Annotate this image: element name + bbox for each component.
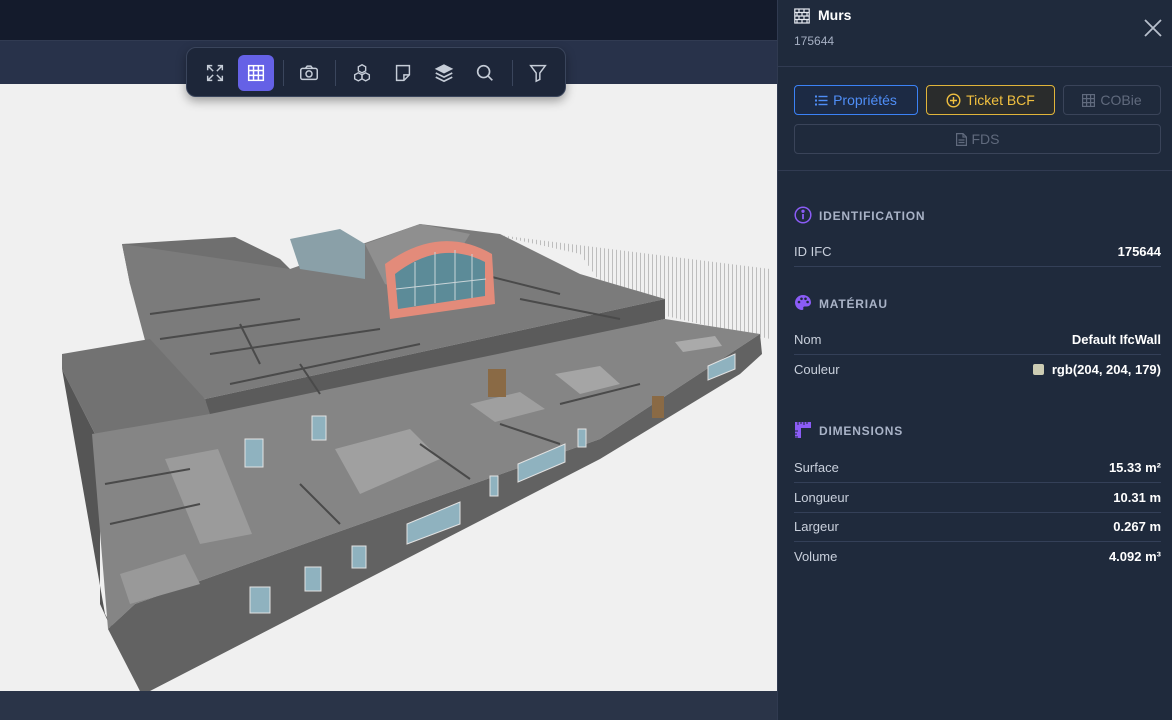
grid-icon xyxy=(247,64,265,82)
app-window: Murs 175644 Propriétés Ticket BCF COBie … xyxy=(0,0,1172,720)
property-value: 4.092 m³ xyxy=(1108,549,1161,564)
layers-icon xyxy=(434,64,454,83)
property-value: 0.267 m xyxy=(1113,519,1161,534)
toolbar-divider xyxy=(283,60,284,86)
tab-fds[interactable]: FDS xyxy=(794,124,1161,154)
document-icon xyxy=(955,132,967,146)
property-value: 15.33 m² xyxy=(1108,460,1161,475)
filter-icon xyxy=(529,64,547,83)
sticky-note-icon xyxy=(395,64,411,82)
fullscreen-button[interactable] xyxy=(197,55,233,91)
section-title-identification: IDENTIFICATION xyxy=(819,209,926,223)
property-row-color: Couleur rgb(204, 204, 179) xyxy=(794,356,1161,385)
property-label: Volume xyxy=(794,549,838,564)
toolbar-divider xyxy=(335,60,336,86)
tab-cobie[interactable]: COBie xyxy=(1063,85,1161,115)
camera-button[interactable] xyxy=(291,55,327,91)
tab-ticket-bcf[interactable]: Ticket BCF xyxy=(926,85,1055,115)
fullscreen-icon xyxy=(206,64,224,82)
camera-icon xyxy=(300,65,318,81)
wall-icon xyxy=(794,8,810,24)
property-label: Longueur xyxy=(794,490,849,505)
list-icon xyxy=(815,95,828,105)
property-row-ifc-id: ID IFC 175644 xyxy=(794,238,1161,267)
panel-header: Murs 175644 xyxy=(778,0,1172,66)
tab-cobie-label: COBie xyxy=(1100,92,1142,108)
property-value: 175644 xyxy=(1117,244,1161,259)
toolbar-divider xyxy=(512,60,513,86)
building-model[interactable] xyxy=(0,84,777,691)
search-button[interactable] xyxy=(467,55,503,91)
property-label: Surface xyxy=(794,460,839,475)
color-swatch xyxy=(1032,364,1044,375)
property-value: Default IfcWall xyxy=(1071,332,1161,347)
property-row-name: Nom Default IfcWall xyxy=(794,326,1161,355)
property-row-length: Longueur 10.31 m xyxy=(794,484,1161,513)
viewer-toolbar xyxy=(186,47,566,97)
cubes-icon xyxy=(353,63,371,82)
property-row-volume: Volume 4.092 m³ xyxy=(794,543,1161,572)
section-title-dimensions: DIMENSIONS xyxy=(819,424,904,438)
3d-viewport[interactable] xyxy=(0,84,777,691)
property-label: ID IFC xyxy=(794,244,832,259)
panel-title: Murs xyxy=(818,7,852,23)
tab-ticket-bcf-label: Ticket BCF xyxy=(966,92,1035,108)
cubes-button[interactable] xyxy=(344,55,380,91)
layers-button[interactable] xyxy=(426,55,462,91)
color-value: rgb(204, 204, 179) xyxy=(1051,362,1161,377)
property-label: Nom xyxy=(794,332,822,347)
info-icon xyxy=(794,206,812,224)
tab-fds-label: FDS xyxy=(971,131,1000,147)
search-icon xyxy=(476,64,493,81)
table-icon xyxy=(1082,93,1096,107)
property-label: Largeur xyxy=(794,519,839,534)
bottom-bar xyxy=(0,691,777,720)
element-id-subtitle: 175644 xyxy=(794,34,835,48)
tab-properties-label: Propriétés xyxy=(833,92,897,108)
tabs-divider xyxy=(778,170,1172,171)
property-row-width: Largeur 0.267 m xyxy=(794,513,1161,542)
top-bar xyxy=(0,0,777,40)
plus-circle-icon xyxy=(946,92,961,108)
property-value: 10.31 m xyxy=(1113,490,1161,505)
ruler-icon xyxy=(795,422,811,438)
properties-panel: Murs 175644 Propriétés Ticket BCF COBie … xyxy=(777,0,1172,720)
section-title-material: MATÉRIAU xyxy=(819,297,888,311)
header-divider xyxy=(778,66,1172,67)
grid-button[interactable] xyxy=(238,55,274,91)
sticky-note-button[interactable] xyxy=(385,55,421,91)
property-row-surface: Surface 15.33 m² xyxy=(794,454,1161,483)
filter-button[interactable] xyxy=(520,55,556,91)
property-value: rgb(204, 204, 179) xyxy=(1032,362,1161,377)
close-icon[interactable] xyxy=(1142,17,1164,39)
property-label: Couleur xyxy=(794,362,840,377)
tab-properties[interactable]: Propriétés xyxy=(794,85,918,115)
palette-icon xyxy=(795,295,811,310)
